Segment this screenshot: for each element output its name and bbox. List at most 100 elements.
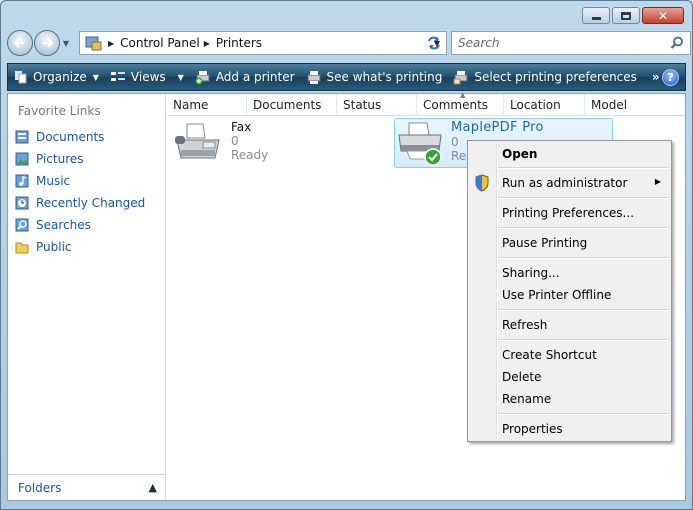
chevron-right-icon: ▶ — [654, 177, 661, 186]
column-header-location[interactable]: Location — [504, 94, 585, 116]
select-printing-preferences-label: Select printing preferences — [474, 70, 637, 84]
views-icon — [110, 72, 125, 81]
column-header-model[interactable]: Model — [585, 94, 675, 116]
search-icon[interactable] — [670, 36, 684, 50]
see-whats-printing-label: See what's printing — [326, 70, 443, 84]
column-header-label: Model — [591, 98, 628, 112]
organize-icon — [15, 71, 27, 84]
help-button[interactable]: ? — [662, 69, 679, 86]
recent-pages-dropdown[interactable]: ▼ — [60, 30, 72, 56]
control-panel-icon — [85, 36, 102, 51]
chevron-down-icon: ▼ — [92, 72, 99, 82]
folders-toggle[interactable]: Folders ▲ — [8, 474, 165, 500]
printer-status: Ready — [231, 148, 269, 162]
sidebar-item-label: Documents — [36, 130, 105, 144]
close-icon: ✕ — [657, 8, 669, 23]
documents-icon — [15, 130, 29, 144]
column-header-name[interactable]: Name — [167, 94, 247, 116]
menu-separator — [498, 309, 669, 311]
sidebar-item-searches[interactable]: Searches — [14, 214, 145, 236]
column-header-documents[interactable]: Documents — [247, 94, 337, 116]
breadcrumb-printers[interactable]: Printers — [216, 36, 262, 50]
printer-item-fax[interactable]: Fax 0 Ready — [173, 120, 383, 168]
maximize-icon — [621, 11, 631, 20]
search-box[interactable] — [451, 31, 691, 55]
menu-item-create-shortcut[interactable]: Create Shortcut — [502, 345, 597, 365]
close-button[interactable]: ✕ — [642, 7, 684, 24]
sidebar-item-recently-changed[interactable]: Recently Changed — [14, 192, 145, 214]
chevron-down-icon: ▼ — [177, 72, 184, 82]
maximize-button[interactable] — [612, 7, 640, 24]
select-printing-preferences-button[interactable]: Select printing preferences — [447, 64, 642, 90]
favorite-links-title: Favorite Links — [18, 104, 101, 118]
refresh-button[interactable] — [421, 31, 447, 55]
menu-separator — [498, 339, 669, 341]
search-input[interactable] — [458, 36, 658, 50]
address-bar[interactable]: ▶ Control Panel ▶ Printers ▼ — [79, 31, 447, 55]
pictures-icon — [15, 152, 29, 166]
printer-documents: 0 — [231, 134, 239, 148]
menu-item-rename[interactable]: Rename — [502, 389, 551, 409]
printer-queue-icon — [307, 70, 321, 84]
menu-item-pause-printing[interactable]: Pause Printing — [502, 233, 587, 253]
uac-shield-icon — [475, 174, 489, 192]
column-header-status[interactable]: Status — [337, 94, 417, 116]
menu-item-use-printer-offline[interactable]: Use Printer Offline — [502, 285, 611, 305]
menu-item-run-as-administrator[interactable]: Run as administrator — [502, 173, 627, 193]
see-whats-printing-button[interactable]: See what's printing — [300, 64, 448, 90]
printing-preferences-icon — [453, 70, 468, 84]
menu-item-delete[interactable]: Delete — [502, 367, 541, 387]
fax-icon — [175, 123, 220, 159]
back-arrow-icon — [13, 38, 24, 48]
sidebar-item-documents[interactable]: Documents — [14, 126, 145, 148]
recently-changed-icon — [15, 196, 29, 210]
sidebar-item-label: Music — [36, 174, 71, 188]
printer-name: Fax — [231, 120, 252, 134]
context-menu: Open Run as administrator ▶ Printing Pre… — [467, 140, 672, 442]
sidebar-item-label: Pictures — [36, 152, 84, 166]
default-printer-icon — [398, 122, 442, 166]
organize-label: Organize — [33, 70, 87, 84]
chevron-down-icon: ▼ — [62, 38, 70, 48]
menu-item-refresh[interactable]: Refresh — [502, 315, 547, 335]
title-buttons: ✕ — [582, 7, 684, 24]
organize-button[interactable]: Organize ▼ — [8, 64, 104, 90]
folders-label: Folders — [18, 480, 62, 495]
back-button[interactable] — [7, 30, 33, 56]
column-header-comments[interactable]: ▲ Comments — [417, 91, 504, 116]
sidebar-item-music[interactable]: Music — [14, 170, 145, 192]
minimize-icon — [591, 17, 601, 20]
add-printer-label: Add a printer — [215, 70, 295, 84]
column-header-label: Name — [173, 98, 209, 112]
printer-name: MaplePDF Pro — [451, 120, 544, 135]
column-header-label: Documents — [253, 98, 322, 112]
column-header-label: Comments — [423, 98, 489, 112]
sidebar-item-label: Searches — [36, 218, 91, 232]
favorite-links-list: Documents Pictures Music Recently Change… — [14, 126, 145, 258]
sort-up-icon: ▲ — [460, 91, 466, 99]
menu-item-sharing[interactable]: Sharing... — [502, 263, 560, 283]
sidebar-item-pictures[interactable]: Pictures — [14, 148, 145, 170]
add-printer-button[interactable]: Add a printer — [189, 64, 300, 90]
minimize-button[interactable] — [582, 7, 610, 24]
add-printer-icon — [195, 70, 210, 84]
views-label: Views — [130, 70, 166, 84]
menu-separator — [498, 227, 669, 229]
column-header-label: Location — [510, 98, 561, 112]
breadcrumb-control-panel[interactable]: Control Panel — [120, 36, 200, 50]
navigation-pane: Favorite Links Documents Pictures Music … — [8, 94, 166, 500]
menu-item-printing-preferences[interactable]: Printing Preferences... — [502, 203, 634, 223]
printer-details: Fax 0 Ready — [231, 120, 268, 168]
menu-separator — [498, 167, 669, 169]
sidebar-item-label: Public — [36, 240, 72, 254]
breadcrumb-separator-icon[interactable]: ▶ — [108, 39, 114, 48]
column-header-label: Status — [343, 98, 382, 112]
command-bar: Organize ▼ Views ▼ Add a printer See what'… — [7, 63, 686, 91]
sidebar-item-public[interactable]: Public — [14, 236, 145, 258]
menu-item-properties[interactable]: Properties — [502, 419, 563, 439]
forward-button[interactable] — [34, 30, 60, 56]
views-button[interactable]: Views ▼ — [104, 64, 189, 90]
menu-item-open[interactable]: Open — [502, 144, 537, 164]
public-folder-icon — [15, 242, 29, 254]
breadcrumb-separator-icon[interactable]: ▶ — [204, 39, 210, 48]
